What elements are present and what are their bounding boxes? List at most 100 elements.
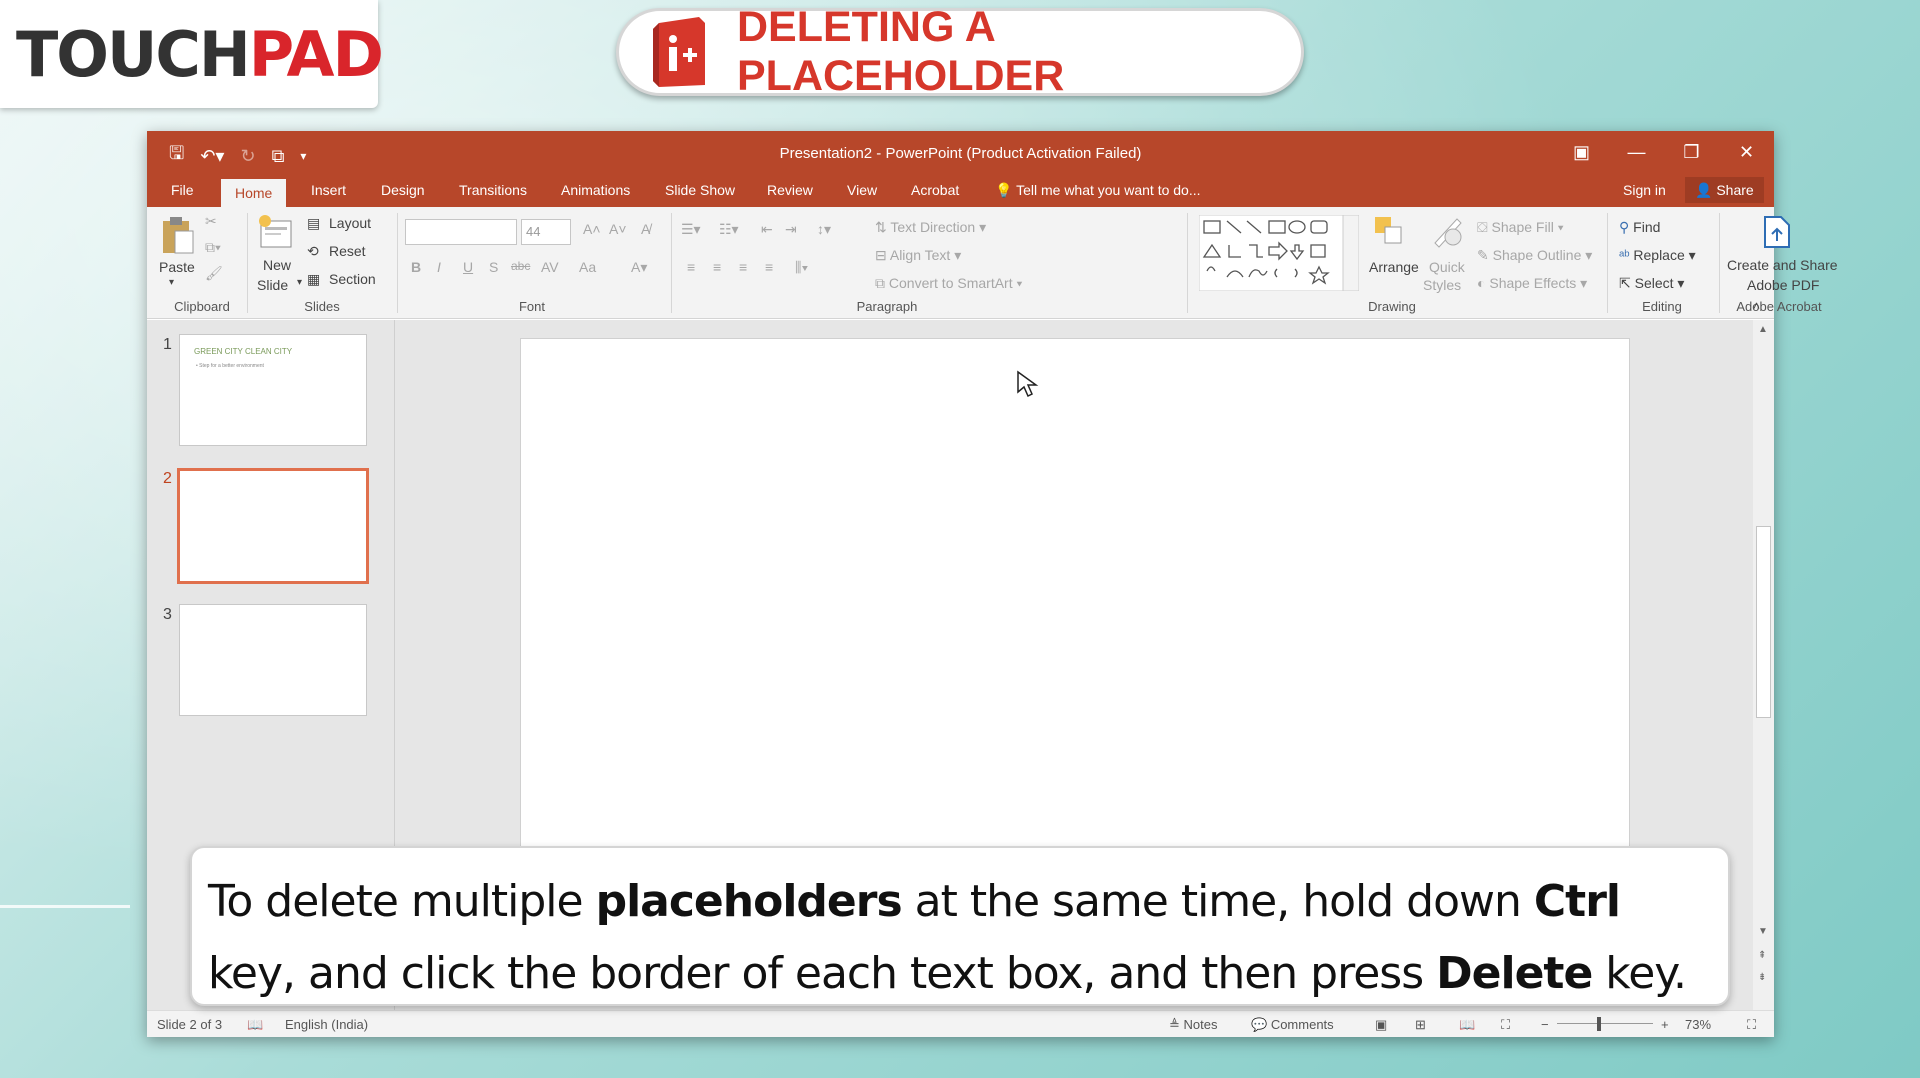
- tab-review[interactable]: Review: [753, 173, 827, 207]
- scrollbar-thumb[interactable]: [1756, 526, 1771, 718]
- columns-icon[interactable]: ⫼▾: [795, 259, 808, 276]
- tab-file[interactable]: File: [157, 173, 208, 207]
- create-share-pdf-label-1[interactable]: Create and Share: [1727, 257, 1838, 273]
- tab-slide-show[interactable]: Slide Show: [651, 173, 749, 207]
- font-color-icon[interactable]: A▾: [631, 259, 647, 276]
- format-painter-icon[interactable]: 🖌: [205, 265, 223, 282]
- create-pdf-icon[interactable]: [1763, 215, 1791, 252]
- quick-styles-label-2[interactable]: Styles: [1423, 277, 1461, 293]
- italic-button[interactable]: I: [437, 259, 441, 275]
- reading-view-icon[interactable]: 📖: [1459, 1017, 1475, 1033]
- underline-button[interactable]: U: [463, 259, 473, 275]
- restore-icon[interactable]: ❐: [1664, 131, 1719, 173]
- cut-icon[interactable]: ✂: [205, 213, 217, 230]
- font-name-combo[interactable]: [405, 219, 517, 245]
- grow-font-icon[interactable]: A˄: [583, 221, 601, 237]
- comments-button[interactable]: 💬 Comments: [1251, 1017, 1334, 1033]
- notes-button[interactable]: ≜ Notes: [1169, 1017, 1218, 1033]
- fit-to-window-icon[interactable]: ⛶: [1747, 1017, 1756, 1033]
- tab-animations[interactable]: Animations: [547, 173, 644, 207]
- align-right-icon[interactable]: ≡: [739, 259, 747, 275]
- arrange-button[interactable]: Arrange: [1369, 259, 1419, 275]
- quick-styles-icon[interactable]: [1429, 213, 1465, 252]
- minimize-icon[interactable]: —: [1609, 131, 1664, 173]
- layout-icon[interactable]: ▤: [307, 215, 320, 232]
- tab-insert[interactable]: Insert: [297, 173, 360, 207]
- select-button[interactable]: ⇱ Select ▾: [1619, 275, 1684, 292]
- zoom-in-icon[interactable]: +: [1661, 1017, 1669, 1032]
- share-button[interactable]: 👤 Share: [1685, 177, 1764, 203]
- section-button[interactable]: Section: [329, 271, 376, 287]
- paste-dropdown-icon[interactable]: ▾: [169, 277, 174, 288]
- new-slide-label-2[interactable]: Slide: [257, 277, 288, 293]
- vertical-scrollbar[interactable]: ▲ ▼ ⇞ ⇟: [1753, 320, 1774, 1010]
- zoom-slider-thumb[interactable]: [1597, 1017, 1601, 1031]
- slide-show-view-icon[interactable]: ⛶: [1501, 1017, 1510, 1033]
- new-slide-dropdown-icon[interactable]: ▾: [297, 277, 302, 288]
- find-button[interactable]: ⚲ Find: [1619, 219, 1660, 236]
- shape-effects-button[interactable]: ◐ Shape Effects ▾: [1477, 275, 1587, 292]
- tab-design[interactable]: Design: [367, 173, 439, 207]
- slide-thumbnail-1[interactable]: GREEN CITY CLEAN CITY • Step for a bette…: [179, 334, 367, 446]
- paste-icon[interactable]: [161, 215, 195, 258]
- bullets-icon[interactable]: ☰▾: [681, 221, 701, 238]
- text-direction-icon: ⇅: [875, 219, 887, 235]
- reset-icon[interactable]: ⟲: [307, 243, 319, 260]
- section-icon[interactable]: ▦: [307, 271, 320, 288]
- font-size-combo[interactable]: 44: [521, 219, 571, 245]
- paste-button[interactable]: Paste: [159, 259, 195, 275]
- zoom-level[interactable]: 73%: [1685, 1017, 1711, 1032]
- strikethrough-button[interactable]: abc: [511, 259, 530, 273]
- spell-check-icon[interactable]: 📖: [247, 1017, 263, 1033]
- language-indicator[interactable]: English (India): [285, 1017, 368, 1032]
- numbering-icon[interactable]: ☷▾: [719, 221, 739, 238]
- slide-thumbnail-2[interactable]: [177, 468, 369, 584]
- tab-acrobat[interactable]: Acrobat: [897, 173, 973, 207]
- text-direction-button[interactable]: ⇅ Text Direction ▾: [875, 219, 986, 236]
- shrink-font-icon[interactable]: A˅: [609, 221, 627, 237]
- replace-button[interactable]: ᵃᵇ Replace ▾: [1619, 247, 1696, 264]
- change-case-button[interactable]: Aa: [579, 259, 596, 275]
- shape-fill-button[interactable]: ⛋ Shape Fill ▾: [1477, 219, 1564, 236]
- create-share-pdf-label-2[interactable]: Adobe PDF: [1747, 277, 1819, 293]
- next-slide-icon[interactable]: ⇟: [1758, 972, 1766, 983]
- justify-icon[interactable]: ≡: [765, 259, 773, 275]
- tab-transitions[interactable]: Transitions: [445, 173, 541, 207]
- reset-button[interactable]: Reset: [329, 243, 366, 259]
- scroll-down-icon[interactable]: ▼: [1758, 926, 1768, 937]
- new-slide-label-1[interactable]: New: [263, 257, 291, 273]
- line-spacing-icon[interactable]: ↕▾: [817, 221, 831, 238]
- shapes-gallery[interactable]: [1198, 214, 1360, 294]
- zoom-out-icon[interactable]: −: [1541, 1017, 1549, 1032]
- clear-formatting-icon[interactable]: A̸: [641, 221, 650, 237]
- layout-button[interactable]: Layout: [329, 215, 371, 231]
- ribbon-display-options-icon[interactable]: ▣: [1554, 131, 1609, 173]
- collapse-ribbon-icon[interactable]: ˄: [1753, 299, 1760, 313]
- scroll-up-icon[interactable]: ▲: [1758, 324, 1768, 335]
- align-text-button[interactable]: ⊟ Align Text ▾: [875, 247, 961, 264]
- sign-in-link[interactable]: Sign in: [1623, 173, 1666, 207]
- copy-icon[interactable]: ⧉▾: [205, 239, 221, 256]
- slide-sorter-icon[interactable]: ⊞: [1415, 1017, 1426, 1033]
- align-center-icon[interactable]: ≡: [713, 259, 721, 275]
- align-left-icon[interactable]: ≡: [687, 259, 695, 275]
- arrange-icon[interactable]: [1371, 213, 1407, 252]
- bold-button[interactable]: B: [411, 259, 421, 275]
- close-icon[interactable]: ✕: [1719, 131, 1774, 173]
- previous-slide-icon[interactable]: ⇞: [1758, 950, 1766, 961]
- increase-indent-icon[interactable]: ⇥: [785, 221, 797, 238]
- text-shadow-button[interactable]: S: [489, 259, 498, 275]
- shape-outline-button[interactable]: ✎ Shape Outline ▾: [1477, 247, 1592, 264]
- quick-styles-label-1[interactable]: Quick: [1429, 259, 1465, 275]
- convert-smartart-button[interactable]: ⧉ Convert to SmartArt ▾: [875, 275, 1022, 292]
- tab-home[interactable]: Home: [221, 179, 287, 207]
- new-slide-icon[interactable]: [257, 213, 293, 254]
- decrease-indent-icon[interactable]: ⇤: [761, 221, 773, 238]
- character-spacing-button[interactable]: AV: [541, 259, 559, 275]
- normal-view-icon[interactable]: ▣: [1375, 1017, 1387, 1033]
- tell-me-box[interactable]: 💡 Tell me what you want to do...: [995, 173, 1201, 207]
- slide-thumbnail-3[interactable]: [179, 604, 367, 716]
- zoom-slider[interactable]: [1557, 1023, 1653, 1024]
- tab-view[interactable]: View: [833, 173, 891, 207]
- notes-label: Notes: [1183, 1017, 1218, 1032]
